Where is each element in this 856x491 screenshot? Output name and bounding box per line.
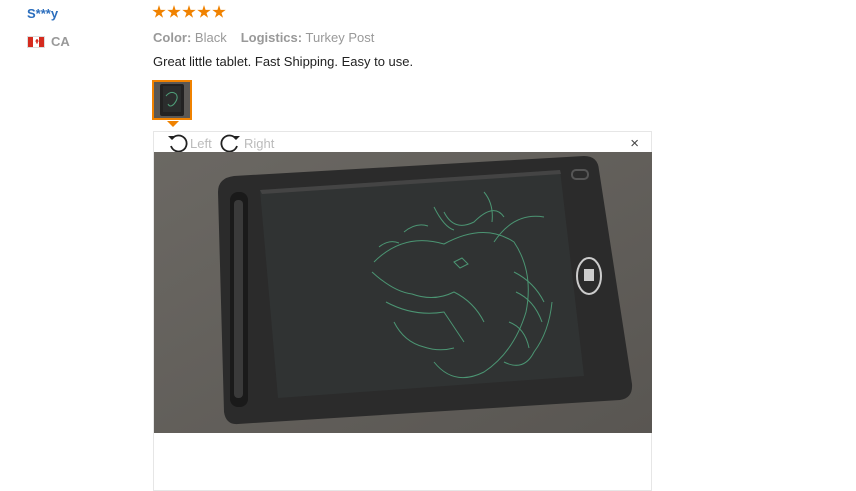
- star-icon: [182, 5, 196, 18]
- order-attributes: Color: Black Logistics: Turkey Post: [153, 30, 374, 45]
- country-code: CA: [51, 34, 70, 49]
- review-feedback: Great little tablet. Fast Shipping. Easy…: [153, 54, 414, 69]
- rotate-left-icon: [168, 134, 188, 153]
- close-button[interactable]: ×: [630, 136, 639, 151]
- review-photo: [154, 152, 652, 433]
- canada-flag-icon: [27, 35, 45, 48]
- thumbnail-image: [154, 82, 190, 118]
- logistics-label: Logistics:: [240, 30, 303, 45]
- review-photo-thumbnail[interactable]: [152, 80, 192, 120]
- reviewer-name: S***y: [27, 6, 59, 21]
- rotate-right-button[interactable]: Right: [220, 133, 274, 153]
- logistics-attribute: Logistics: Turkey Post: [241, 30, 375, 45]
- logistics-value: Turkey Post: [305, 30, 375, 45]
- color-label: Color:: [153, 30, 192, 45]
- star-icon: [167, 5, 181, 18]
- color-attribute: Color: Black: [153, 30, 227, 45]
- rotate-left-label: Left: [190, 135, 212, 151]
- star-icon: [197, 5, 211, 18]
- thumbnail-pointer: [167, 121, 179, 127]
- rotate-left-button[interactable]: Left: [166, 133, 212, 153]
- star-icon: [212, 5, 226, 18]
- reviewer-country: CA: [27, 34, 70, 49]
- rotate-right-label: Right: [244, 135, 275, 151]
- rotate-right-icon: [220, 134, 240, 153]
- star-rating: [152, 5, 226, 19]
- color-value: Black: [194, 30, 227, 45]
- star-icon: [152, 5, 166, 18]
- photo-viewer: Left Right ×: [153, 131, 652, 491]
